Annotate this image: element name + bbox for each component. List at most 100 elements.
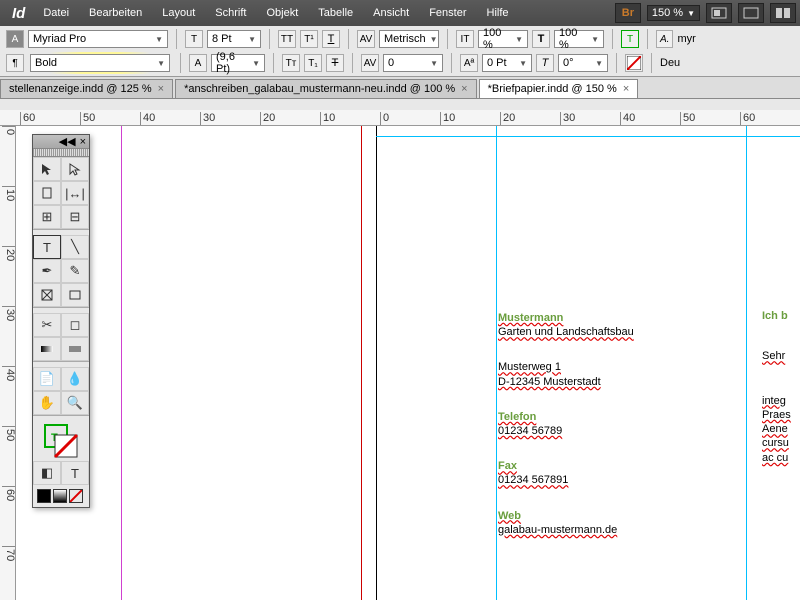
city-text: D-12345 Musterstadt: [498, 375, 738, 389]
baseline-dropdown[interactable]: 0 Pt▼: [482, 54, 532, 72]
paragraph-mode-icon[interactable]: ¶: [6, 54, 24, 72]
close-icon[interactable]: ×: [80, 136, 86, 148]
tracking-dropdown[interactable]: 0▼: [383, 54, 443, 72]
superscript-icon[interactable]: T¹: [300, 30, 318, 48]
hscale-dropdown[interactable]: 100 %▼: [554, 30, 604, 48]
hscale-icon: T: [532, 30, 550, 48]
fill-stroke-proxy[interactable]: T: [33, 421, 89, 461]
fax-label: Fax: [498, 459, 738, 473]
skew-icon: T: [536, 54, 554, 72]
web-text: galabau-mustermann.de: [498, 523, 738, 537]
panel-grip[interactable]: [33, 149, 89, 157]
pencil-tool[interactable]: ✎: [61, 259, 89, 283]
kerning-icon: AV: [357, 30, 375, 48]
formatting-container-icon[interactable]: ◧: [33, 461, 61, 485]
charstyle-label: A.: [656, 30, 673, 48]
tab-anschreiben[interactable]: *anschreiben_galabau_mustermann-neu.indd…: [175, 79, 477, 98]
menu-datei[interactable]: Datei: [33, 7, 79, 19]
nofill-icon[interactable]: [625, 54, 643, 72]
street-text: Musterweg 1: [498, 360, 738, 374]
menu-layout[interactable]: Layout: [152, 7, 205, 19]
arrange-button[interactable]: [770, 3, 796, 23]
side-textblock[interactable]: Ich b Sehr integ Praes Aene cursu ac cu: [762, 309, 791, 465]
leading-icon: A: [189, 54, 207, 72]
scissors-tool[interactable]: ✂: [33, 313, 61, 337]
content-collector-tool[interactable]: ⊞: [33, 205, 61, 229]
charstyle-hint: myr: [677, 33, 695, 45]
baseline-icon: Aª: [460, 54, 478, 72]
font-size-dropdown[interactable]: 8 Pt▼: [207, 30, 261, 48]
view-mode-button[interactable]: [706, 3, 732, 23]
document-canvas[interactable]: Mustermann Garten und Landschaftsbau Mus…: [16, 126, 800, 600]
tab-stellenanzeige[interactable]: stellenanzeige.indd @ 125 %×: [0, 79, 173, 98]
menubar: Id Datei Bearbeiten Layout Schrift Objek…: [0, 0, 800, 26]
apply-color-swatch[interactable]: [37, 489, 51, 503]
font-family-dropdown[interactable]: Myriad Pro▼: [28, 30, 168, 48]
screen-mode-button[interactable]: [738, 3, 764, 23]
menu-schrift[interactable]: Schrift: [205, 7, 256, 19]
gap-tool[interactable]: |↔|: [61, 181, 89, 205]
eyedropper-tool[interactable]: 💧: [61, 367, 89, 391]
hand-tool[interactable]: ✋: [33, 391, 61, 415]
close-icon[interactable]: ×: [623, 83, 629, 95]
zoom-tool[interactable]: 🔍: [61, 391, 89, 415]
character-mode-icon[interactable]: A: [6, 30, 24, 48]
menu-fenster[interactable]: Fenster: [419, 7, 476, 19]
app-logo: Id: [4, 5, 33, 22]
page-tool[interactable]: [33, 181, 61, 205]
web-label: Web: [498, 509, 738, 523]
skew-dropdown[interactable]: 0°▼: [558, 54, 608, 72]
vertical-ruler[interactable]: 0 10 20 30 40 50 60 70: [0, 126, 16, 600]
tab-briefpapier[interactable]: *Briefpapier.indd @ 150 %×: [479, 79, 639, 98]
panel-header[interactable]: ◀◀ ×: [33, 135, 89, 149]
tracking-icon: AV: [361, 54, 379, 72]
charcolor-icon[interactable]: T: [621, 30, 639, 48]
horizontal-ruler[interactable]: 60 50 40 30 20 10 0 10 20 30 40 50 60 70: [0, 110, 800, 126]
bridge-button[interactable]: Br: [615, 3, 641, 23]
rectangle-frame-tool[interactable]: [33, 283, 61, 307]
kerning-dropdown[interactable]: Metrisch▼: [379, 30, 439, 48]
phone-text: 01234 56789: [498, 424, 738, 438]
fax-text: 01234 567891: [498, 473, 738, 487]
note-tool[interactable]: 📄: [33, 367, 61, 391]
line-tool[interactable]: ╲: [61, 235, 89, 259]
menu-objekt[interactable]: Objekt: [256, 7, 308, 19]
rectangle-tool[interactable]: [61, 283, 89, 307]
zoom-dropdown[interactable]: 150 %▼: [647, 5, 700, 21]
leading-dropdown[interactable]: (9,6 Pt)▼: [211, 54, 265, 72]
gradient-swatch-tool[interactable]: [33, 337, 61, 361]
close-icon[interactable]: ×: [461, 83, 467, 95]
vscale-icon: IT: [456, 30, 474, 48]
content-placer-tool[interactable]: ⊟: [61, 205, 89, 229]
side-title: Ich b: [762, 309, 791, 323]
font-size-icon: T: [185, 30, 203, 48]
language-label: Deu: [660, 57, 680, 69]
pen-tool[interactable]: ✒: [33, 259, 61, 283]
apply-gradient-swatch[interactable]: [53, 489, 67, 503]
apply-none-swatch[interactable]: [69, 489, 83, 503]
selection-tool[interactable]: [33, 157, 61, 181]
address-block[interactable]: Mustermann Garten und Landschaftsbau Mus…: [498, 311, 738, 537]
free-transform-tool[interactable]: ◻: [61, 313, 89, 337]
menu-tabelle[interactable]: Tabelle: [308, 7, 363, 19]
subscript-icon[interactable]: T₁: [304, 54, 322, 72]
menu-ansicht[interactable]: Ansicht: [363, 7, 419, 19]
phone-label: Telefon: [498, 410, 738, 424]
underline-icon[interactable]: T: [322, 30, 340, 48]
type-tool[interactable]: T: [33, 235, 61, 259]
strike-icon[interactable]: T: [326, 54, 344, 72]
menu-hilfe[interactable]: Hilfe: [477, 7, 519, 19]
document-tabbar: stellenanzeige.indd @ 125 %× *anschreibe…: [0, 77, 800, 99]
collapse-icon[interactable]: ◀◀: [59, 135, 76, 148]
vscale-dropdown[interactable]: 100 %▼: [478, 30, 528, 48]
formatting-text-icon[interactable]: T: [61, 461, 89, 485]
menu-bearbeiten[interactable]: Bearbeiten: [79, 7, 152, 19]
font-style-dropdown[interactable]: Bold▼: [30, 54, 170, 72]
smallcaps-icon[interactable]: Tᴛ: [282, 54, 300, 72]
close-icon[interactable]: ×: [158, 83, 164, 95]
control-panel: A Myriad Pro▼ T 8 Pt▼ TT T¹ T AV Metrisc…: [0, 26, 800, 77]
allcaps-icon[interactable]: TT: [278, 30, 296, 48]
tools-panel[interactable]: ◀◀ × |↔| ⊞ ⊟ T ╲ ✒ ✎ ✂ ◻ 📄 💧 ✋ 🔍 T ◧ T: [32, 134, 90, 508]
gradient-feather-tool[interactable]: [61, 337, 89, 361]
direct-selection-tool[interactable]: [61, 157, 89, 181]
